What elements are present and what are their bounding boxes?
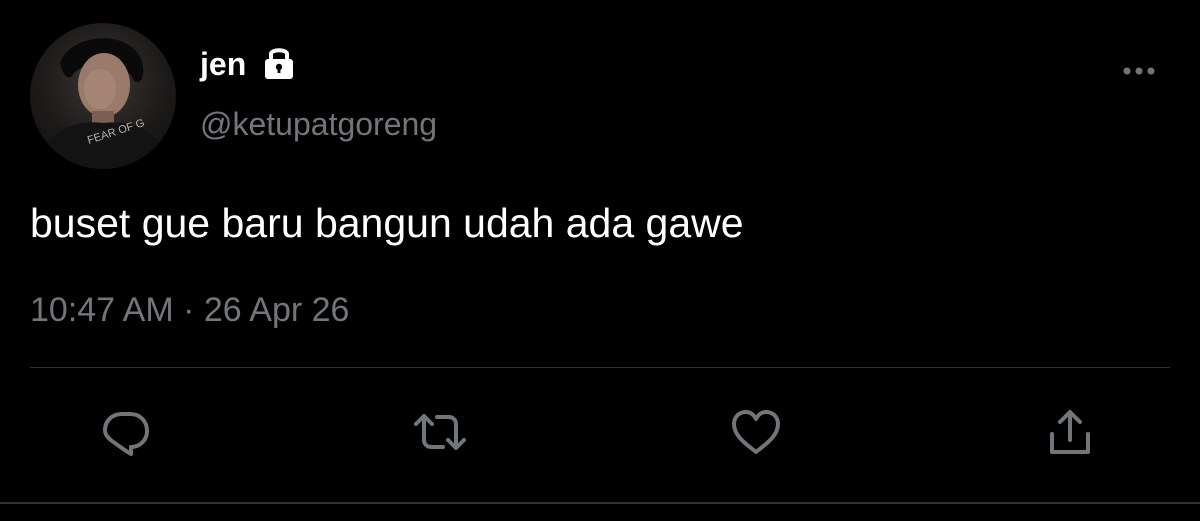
share-upload-icon	[1050, 410, 1090, 454]
like-button[interactable]	[728, 404, 784, 460]
divider	[30, 367, 1170, 368]
avatar[interactable]: FEAR OF G	[30, 23, 176, 169]
reply-bubble-icon	[103, 412, 149, 456]
display-name[interactable]: jen	[200, 44, 246, 84]
avatar-image: FEAR OF G	[40, 38, 170, 169]
share-button[interactable]	[1042, 404, 1098, 460]
tweet-card: FEAR OF G jen @ketupatgoreng buset gue b…	[0, 0, 1200, 521]
retweet-icon	[414, 414, 466, 450]
more-dots-icon[interactable]	[1117, 56, 1161, 86]
tweet-text: buset gue baru bangun udah ada gawe	[30, 200, 744, 246]
lock-icon	[265, 48, 293, 79]
retweet-button[interactable]	[412, 404, 468, 460]
timestamp-separator: ·	[183, 291, 195, 329]
tweet-date: 26 Apr 26	[203, 291, 350, 329]
heart-icon	[732, 410, 780, 454]
tweet-timestamp[interactable]: 10:47 AM · 26 Apr 26	[30, 288, 349, 332]
reply-button[interactable]	[98, 404, 154, 460]
user-handle[interactable]: @ketupatgoreng	[200, 104, 437, 144]
tweet-time: 10:47 AM	[30, 291, 174, 329]
divider	[0, 502, 1200, 504]
